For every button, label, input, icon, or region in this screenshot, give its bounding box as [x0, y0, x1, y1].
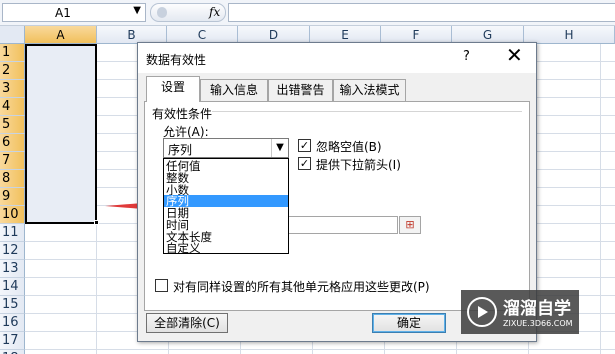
clear-all-button[interactable]: 全部清除(C) — [146, 313, 228, 333]
help-button[interactable]: ? — [463, 49, 470, 64]
validation-criteria-label: 有效性条件 — [152, 107, 213, 121]
dropdown-arrow-label: 提供下拉箭头(I) — [316, 158, 401, 172]
row-header-6[interactable]: 6 — [0, 134, 25, 152]
apply-all-label: 对有同样设置的所有其他单元格应用这些更改(P) — [173, 280, 430, 294]
function-box[interactable]: fx — [150, 3, 226, 22]
check-icon: ✓ — [299, 139, 310, 152]
row-header-5[interactable]: 5 — [0, 116, 25, 134]
column-header-a[interactable]: A — [25, 26, 97, 44]
selected-range[interactable] — [25, 44, 97, 224]
row-header-13[interactable]: 13 — [0, 260, 25, 278]
row-header-11[interactable]: 11 — [0, 224, 25, 242]
row-header-14[interactable]: 14 — [0, 278, 25, 296]
range-picker-icon[interactable]: ⊞ — [399, 216, 421, 234]
dropdown-arrow-checkbox[interactable]: ✓ — [298, 157, 311, 170]
close-button[interactable]: ✕ — [506, 45, 523, 65]
allow-option[interactable]: 时间 — [164, 219, 288, 231]
tab-error-alert[interactable]: 出错警告 — [268, 79, 333, 101]
divider — [212, 111, 522, 112]
watermark: 溜溜自学 ZIXUE.3D66.COM — [461, 290, 579, 334]
dialog-titlebar[interactable]: 数据有效性 ? ✕ — [138, 43, 536, 73]
row-header-4[interactable]: 4 — [0, 98, 25, 116]
ignore-blank-checkbox[interactable]: ✓ — [298, 139, 311, 152]
formula-bar: A1 ▼ fx — [0, 0, 615, 26]
row-header-2[interactable]: 2 — [0, 62, 25, 80]
allow-options-list[interactable]: 任何值 整数 小数 序列 日期 时间 文本长度 自定义 — [163, 158, 289, 254]
row-header-10[interactable]: 10 — [0, 206, 25, 224]
row-header-1[interactable]: 1 — [0, 44, 25, 62]
name-box[interactable]: A1 ▼ — [2, 3, 146, 22]
formula-input[interactable] — [228, 3, 615, 22]
tab-input-message[interactable]: 输入信息 — [200, 79, 268, 101]
allow-option[interactable]: 整数 — [164, 172, 288, 184]
allow-select-value: 序列 — [168, 143, 193, 157]
row-header-3[interactable]: 3 — [0, 80, 25, 98]
watermark-name: 溜溜自学 — [503, 299, 571, 319]
row-header-18[interactable]: 18 — [0, 350, 25, 354]
dialog-title: 数据有效性 — [146, 53, 207, 67]
allow-option[interactable]: 自定义 — [164, 242, 288, 254]
tab-ime-mode[interactable]: 输入法模式 — [333, 79, 406, 101]
ignore-blank-label: 忽略空值(B) — [316, 140, 382, 154]
source-input[interactable] — [288, 216, 398, 234]
row-header-9[interactable]: 9 — [0, 188, 25, 206]
check-icon: ✓ — [299, 157, 310, 170]
fill-handle[interactable] — [94, 220, 99, 225]
chevron-down-icon[interactable]: ▼ — [133, 5, 141, 16]
row-header-8[interactable]: 8 — [0, 170, 25, 188]
row-header-17[interactable]: 17 — [0, 332, 25, 350]
fx-icon[interactable]: fx — [209, 5, 220, 19]
row-header-16[interactable]: 16 — [0, 314, 25, 332]
tab-settings[interactable]: 设置 — [146, 76, 200, 102]
chevron-down-icon[interactable]: ▼ — [271, 139, 288, 157]
apply-all-checkbox[interactable] — [155, 279, 168, 292]
grip-icon — [157, 7, 167, 18]
row-header-7[interactable]: 7 — [0, 152, 25, 170]
watermark-url: ZIXUE.3D66.COM — [503, 319, 573, 328]
row-header-12[interactable]: 12 — [0, 242, 25, 260]
allow-select[interactable]: 序列 ▼ — [163, 138, 289, 158]
select-all-corner[interactable] — [0, 26, 25, 44]
ok-button[interactable]: 确定 — [372, 313, 446, 333]
name-box-value: A1 — [55, 6, 71, 20]
row-header-15[interactable]: 15 — [0, 296, 25, 314]
column-header-h[interactable]: H — [524, 26, 615, 44]
play-logo-icon — [467, 297, 497, 327]
